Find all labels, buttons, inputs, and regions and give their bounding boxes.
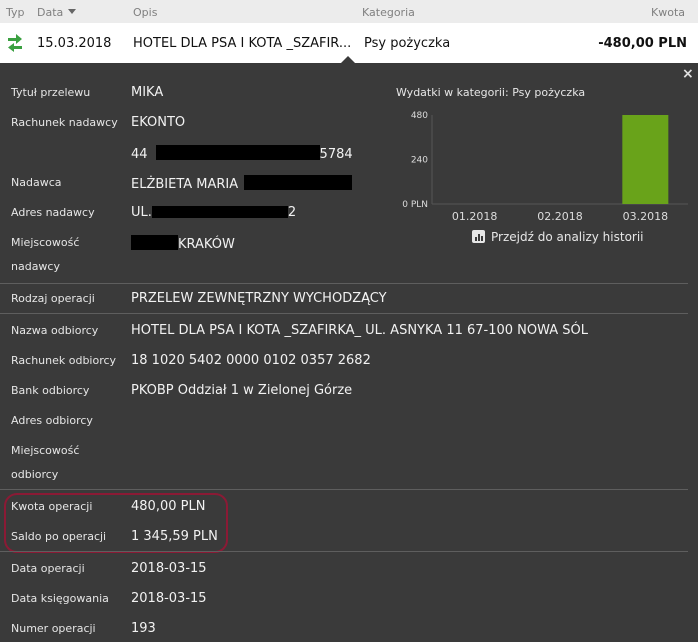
value-data-operacji: 2018-03-15 xyxy=(131,561,207,576)
label-nadawca: Nadawca xyxy=(11,176,62,189)
value-miejscowosc-nadawcy: KRAKÓW xyxy=(131,235,235,252)
transaction-description: HOTEL DLA PSA I KOTA _SZAFIR... xyxy=(133,36,352,51)
label-miejscowosc-odbiorcy-1: Miejscowość xyxy=(11,444,80,457)
divider xyxy=(0,313,688,314)
value-nazwa-odbiorcy: HOTEL DLA PSA I KOTA _SZAFIRKA_ UL. ASNY… xyxy=(131,323,589,338)
bar-chart-icon xyxy=(472,230,485,243)
address-end: 2 xyxy=(287,205,297,220)
chart-y-tick-label: 0 PLN xyxy=(402,200,428,210)
label-miejscowosc-nadawcy-1: Miejscowość xyxy=(11,236,80,249)
value-data-ksiegowania: 2018-03-15 xyxy=(131,591,207,606)
col-data-header[interactable]: Data xyxy=(37,6,77,19)
chart-y-tick-label: 480 xyxy=(411,111,428,121)
chart-bar xyxy=(622,115,669,204)
value-tytul: MIKA xyxy=(131,85,164,100)
label-nazwa-odbiorcy: Nazwa odbiorcy xyxy=(11,324,99,337)
col-kwota-header[interactable]: Kwota xyxy=(651,6,685,19)
label-rachunek-nadawcy: Rachunek nadawcy xyxy=(11,116,118,129)
label-adres-odbiorcy: Adres odbiorcy xyxy=(11,414,93,427)
redaction-bar xyxy=(244,175,353,190)
label-miejscowosc-nadawcy-2: nadawcy xyxy=(11,260,60,273)
address-start: UL. xyxy=(131,205,152,220)
transaction-amount: -480,00 PLN xyxy=(598,36,687,51)
highlight-annotation xyxy=(4,493,228,553)
label-adres-nadawcy: Adres nadawcy xyxy=(11,206,95,219)
col-opis-header[interactable]: Opis xyxy=(133,6,157,19)
label-numer: Numer operacji xyxy=(11,622,96,635)
account-suffix: 5784 xyxy=(319,147,353,162)
value-rachunek-odbiorcy: 18 1020 5402 0000 0102 0357 2682 xyxy=(131,353,371,368)
value-rachunek-typ: EKONTO xyxy=(131,115,186,130)
col-typ-header[interactable]: Typ xyxy=(6,6,25,19)
category-spending-chart: 480 240 0 PLN 01.2018 02.2018 03.2018 xyxy=(402,111,688,223)
col-kategoria-header[interactable]: Kategoria xyxy=(362,6,415,19)
sort-desc-icon xyxy=(68,9,77,14)
divider xyxy=(0,283,688,284)
label-rachunek-odbiorcy: Rachunek odbiorcy xyxy=(11,354,117,367)
value-rodzaj: PRZELEW ZEWNĘTRZNY WYCHODZĄCY xyxy=(131,291,387,306)
value-nadawca: ELŻBIETA MARIA xyxy=(131,175,353,192)
divider xyxy=(0,489,688,490)
chart-x-tick-label: 03.2018 xyxy=(623,210,669,223)
value-bank-odbiorcy: PKOBP Oddział 1 w Zielonej Górze xyxy=(131,383,353,398)
chart-x-tick-label: 01.2018 xyxy=(452,210,498,223)
label-bank-odbiorcy: Bank odbiorcy xyxy=(11,384,90,397)
chart-y-tick-label: 240 xyxy=(411,156,428,166)
history-analysis-link[interactable]: Przejdź do analizy historii xyxy=(472,230,644,244)
account-prefix: 44 xyxy=(131,147,148,162)
sender-city: KRAKÓW xyxy=(178,237,235,252)
col-data-label: Data xyxy=(37,6,64,19)
divider xyxy=(0,551,688,552)
label-tytul: Tytuł przelewu xyxy=(11,86,91,99)
redaction-bar xyxy=(151,206,288,218)
value-adres-nadawcy: UL. 2 xyxy=(131,205,296,220)
label-rodzaj: Rodzaj operacji xyxy=(11,292,95,305)
details-pointer xyxy=(341,56,355,63)
label-data-operacji: Data operacji xyxy=(11,562,85,575)
label-data-ksiegowania: Data księgowania xyxy=(11,592,109,605)
transaction-category[interactable]: Psy pożyczka xyxy=(364,36,450,51)
redaction-bar xyxy=(131,235,178,250)
chart-x-tick-label: 02.2018 xyxy=(537,210,583,223)
transaction-date: 15.03.2018 xyxy=(37,36,112,51)
table-header: Typ Data Opis Kategoria Kwota xyxy=(0,0,698,23)
label-miejscowosc-odbiorcy-2: odbiorcy xyxy=(11,468,59,481)
value-numer: 193 xyxy=(131,621,156,636)
redaction-bar xyxy=(155,145,320,160)
history-analysis-label: Przejdź do analizy historii xyxy=(491,230,644,244)
value-rachunek-nadawcy: 44 5784 xyxy=(131,145,353,162)
close-icon[interactable]: × xyxy=(682,66,694,82)
sender-name: ELŻBIETA MARIA xyxy=(131,177,239,192)
chart-title: Wydatki w kategorii: Psy pożyczka xyxy=(396,86,586,99)
transfer-type-icon xyxy=(8,34,22,52)
